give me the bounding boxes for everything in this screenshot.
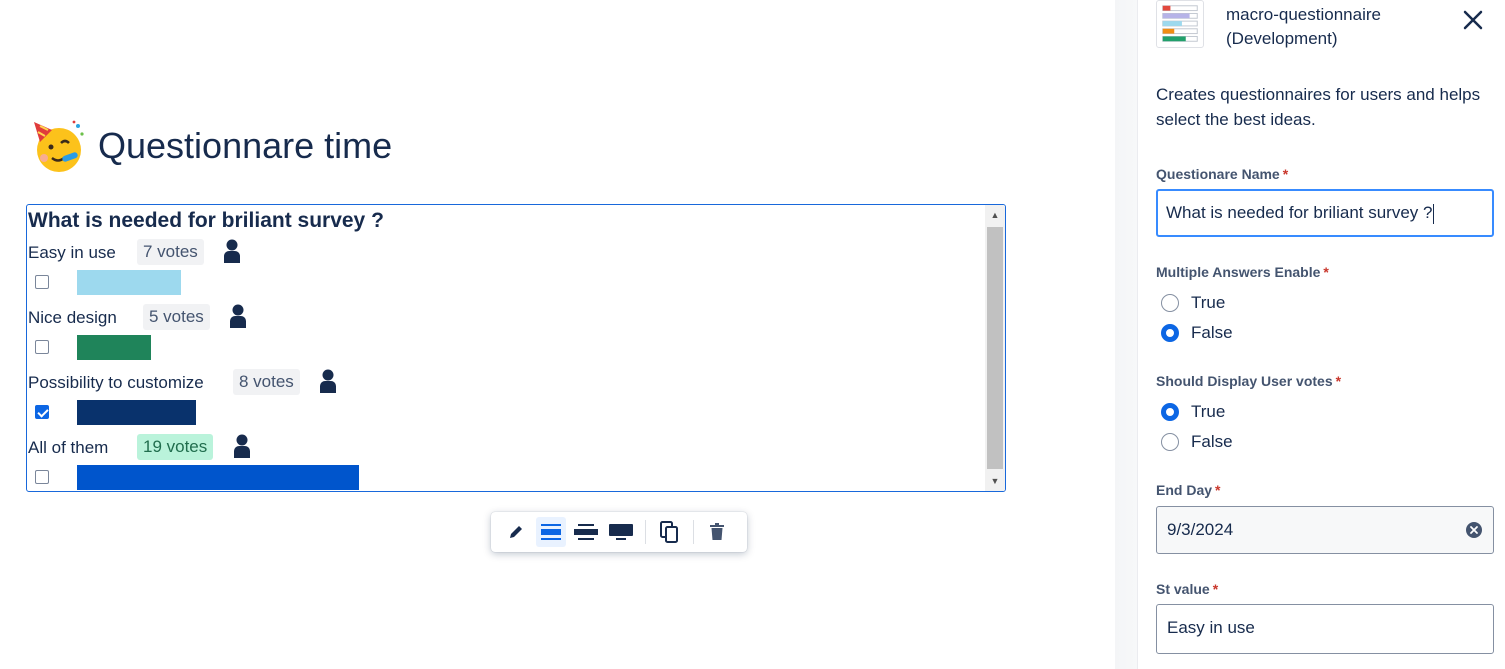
scroll-down-arrow-icon[interactable]: ▼ <box>985 471 1005 491</box>
user-icon[interactable] <box>319 369 337 393</box>
answer-option: Nice design 5 votes <box>27 304 967 364</box>
required-marker: * <box>1215 482 1221 498</box>
layout-full-width-button[interactable] <box>606 517 636 547</box>
field-label-st-value: St value * <box>1156 581 1218 597</box>
vertical-scrollbar[interactable]: ▲ ▼ <box>985 205 1005 491</box>
st-value-value: Easy in use <box>1167 618 1255 637</box>
vote-bar <box>77 465 359 490</box>
answer-label: Possibility to customize <box>28 373 204 392</box>
radio-button[interactable] <box>1161 294 1179 312</box>
field-label-text: Should Display User votes <box>1156 373 1333 389</box>
field-label-name: Questionare Name * <box>1156 166 1288 182</box>
answer-label: Nice design <box>28 308 117 327</box>
macro-floating-toolbar <box>491 512 747 552</box>
multiple-false-option[interactable]: False <box>1161 320 1233 346</box>
display-votes-true-option[interactable]: True <box>1161 399 1225 425</box>
st-value-input[interactable]: Easy in use <box>1156 604 1494 654</box>
questionnaire-content: What is needed for briliant survey ? Eas… <box>27 205 985 491</box>
radio-label: True <box>1191 402 1226 421</box>
field-label-display-votes: Should Display User votes * <box>1156 373 1341 389</box>
answer-option: Easy in use 7 votes <box>27 239 967 299</box>
questionnaire-name-value: What is needed for briliant survey ? <box>1166 203 1433 222</box>
radio-button[interactable] <box>1161 433 1179 451</box>
answer-checkbox[interactable] <box>35 470 49 484</box>
radio-label: False <box>1191 323 1233 342</box>
field-label-text: Multiple Answers Enable <box>1156 264 1321 280</box>
user-icon[interactable] <box>229 304 247 328</box>
layout-wide-icon <box>574 524 598 540</box>
answer-label: All of them <box>28 438 109 457</box>
copy-icon <box>660 521 678 543</box>
questionnaire-app-icon <box>1156 0 1204 48</box>
answer-checkbox[interactable] <box>35 340 49 354</box>
answer-label: Easy in use <box>28 243 116 262</box>
end-day-value: 9/3/2024 <box>1167 520 1234 539</box>
page-title: Questionnare time <box>30 118 392 174</box>
edit-icon <box>510 526 522 538</box>
panel-divider <box>1115 0 1138 669</box>
app-description: Creates questionnaires for users and hel… <box>1156 85 1481 129</box>
user-icon[interactable] <box>233 434 251 458</box>
clear-date-icon[interactable] <box>1466 522 1482 538</box>
multiple-true-option[interactable]: True <box>1161 290 1225 316</box>
answer-option: Possibility to customize 8 votes <box>27 369 967 429</box>
required-marker: * <box>1282 166 1289 182</box>
delete-icon <box>710 523 724 540</box>
partying-face-icon <box>34 120 84 172</box>
toolbar-separator <box>693 520 694 544</box>
copy-button[interactable] <box>654 517 684 547</box>
text-caret <box>1433 203 1435 224</box>
app-name-line2: (Development) <box>1226 29 1338 48</box>
field-label-end-day: End Day * <box>1156 482 1220 498</box>
user-icon[interactable] <box>223 239 241 263</box>
answer-option: All of them 19 votes <box>27 434 967 491</box>
toolbar-separator <box>645 520 646 544</box>
layout-center-button[interactable] <box>536 517 566 547</box>
questionnaire-name-input[interactable]: What is needed for briliant survey ? <box>1156 189 1494 237</box>
vote-bar <box>77 400 196 425</box>
radio-label: False <box>1191 432 1233 451</box>
display-votes-false-option[interactable]: False <box>1161 429 1233 455</box>
layout-wide-button[interactable] <box>571 517 601 547</box>
page-title-text: Questionnare time <box>98 125 393 166</box>
questionnaire-macro[interactable]: What is needed for briliant survey ? Eas… <box>26 204 1006 492</box>
close-icon[interactable] <box>1461 8 1485 32</box>
vote-bar <box>77 335 151 360</box>
required-marker: * <box>1212 581 1219 597</box>
required-marker: * <box>1323 264 1329 280</box>
question-title: What is needed for briliant survey ? <box>28 209 384 232</box>
votes-badge: 8 votes <box>233 369 300 395</box>
layout-full-width-icon <box>609 524 633 540</box>
scroll-thumb[interactable] <box>987 227 1003 469</box>
answer-checkbox[interactable] <box>35 275 49 289</box>
vote-bar <box>77 270 181 295</box>
end-day-date-input[interactable]: 9/3/2024 <box>1156 506 1494 554</box>
votes-badge-leading: 19 votes <box>137 434 214 460</box>
required-marker: * <box>1335 373 1342 389</box>
radio-label: True <box>1191 293 1226 312</box>
app-name-line1: macro-questionnaire <box>1226 5 1381 24</box>
field-label-text: St value <box>1156 581 1210 597</box>
macro-config-panel: macro-questionnaire (Development) Create… <box>1115 0 1505 669</box>
votes-badge: 7 votes <box>137 239 204 265</box>
layout-center-icon <box>541 524 561 540</box>
edit-button[interactable] <box>501 517 531 547</box>
field-label-multiple: Multiple Answers Enable * <box>1156 264 1329 280</box>
field-label-text: Questionare Name <box>1156 166 1280 182</box>
field-label-text: End Day <box>1156 482 1213 498</box>
radio-button[interactable] <box>1161 403 1179 421</box>
app-name: macro-questionnaire (Development) <box>1226 3 1381 51</box>
answer-checkbox[interactable] <box>35 405 49 419</box>
scroll-up-arrow-icon[interactable]: ▲ <box>985 205 1005 225</box>
votes-badge: 5 votes <box>143 304 210 330</box>
delete-button[interactable] <box>702 517 732 547</box>
radio-button[interactable] <box>1161 324 1179 342</box>
